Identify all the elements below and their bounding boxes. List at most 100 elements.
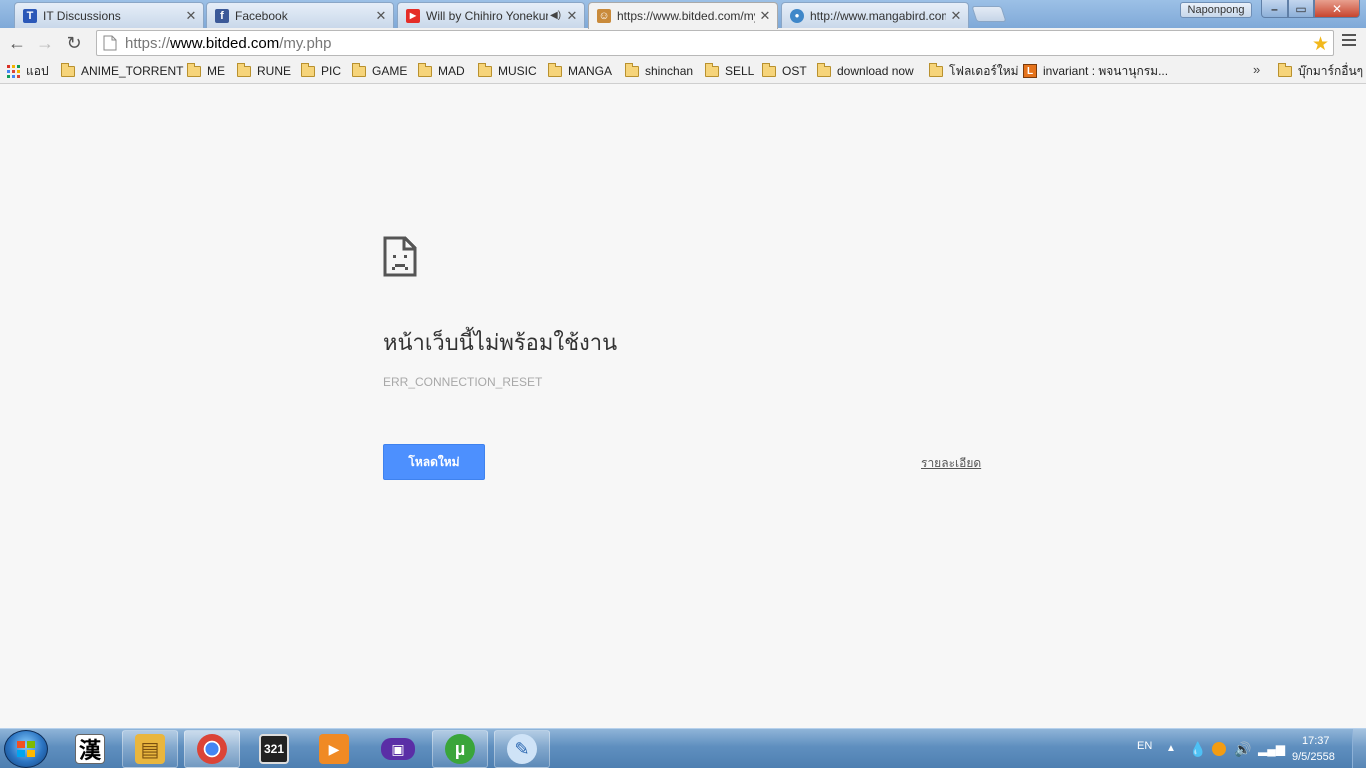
folder-icon (478, 62, 492, 77)
bookmark-star-icon[interactable]: ★ (1312, 33, 1329, 56)
it-discussions-favicon-icon: T (23, 8, 37, 23)
folder-icon (352, 62, 366, 77)
bookmarks-bar: แอป ANIME_TORRENT ME RUNE PIC GAME MAD M… (0, 58, 1366, 84)
reload-button[interactable]: โหลดใหม่ (383, 444, 485, 480)
apps-grid-icon (7, 64, 20, 78)
bookmark-folder-shinchan[interactable]: shinchan (625, 62, 693, 80)
clock-time[interactable]: 17:37 (1302, 735, 1330, 747)
close-tab-icon[interactable]: ✕ (759, 8, 771, 24)
paint-palette-icon: ✎ (507, 734, 537, 764)
tab-mangabird[interactable]: ● http://www.mangabird.com ✕ (781, 2, 969, 28)
start-button[interactable] (4, 730, 48, 768)
bookmark-folder-label: ME (207, 64, 225, 78)
show-hidden-icons-icon[interactable]: ▲ (1166, 743, 1176, 754)
other-bookmarks-label: บุ๊กมาร์กอื่นๆ (1298, 63, 1364, 78)
taskbar-gba-emulator[interactable]: ▣ (370, 730, 426, 768)
chrome-icon: ◉ (197, 734, 227, 764)
new-tab-button[interactable] (971, 6, 1007, 22)
taskbar-kanji-app[interactable]: 漢 (62, 730, 118, 768)
back-button[interactable]: ← (6, 32, 28, 54)
water-drop-icon[interactable]: 💧 (1189, 741, 1206, 758)
details-link[interactable]: รายละเอียด (921, 454, 981, 473)
url-host: www.bitded.com (170, 34, 280, 52)
error-heading: หน้าเว็บนี้ไม่พร้อมใช้งาน (383, 331, 618, 356)
gba-emulator-icon: ▣ (381, 738, 415, 760)
audio-playing-icon: ◀) (550, 10, 562, 21)
tab-youtube-will[interactable]: ▶ Will by Chihiro Yonekura ◀) ✕ (397, 2, 585, 28)
bookmark-folder-manga[interactable]: MANGA (548, 62, 612, 80)
clock-date[interactable]: 9/5/2558 (1292, 751, 1335, 763)
taskbar-video-player[interactable]: ▶ (306, 730, 362, 768)
bookmark-folder-music[interactable]: MUSIC (478, 62, 537, 80)
close-window-button[interactable]: ✕ (1314, 0, 1360, 18)
system-tray: EN ▲ 💧 🔊 ▂▄▆ 17:37 9/5/2558 (1128, 729, 1366, 768)
language-indicator[interactable]: EN (1137, 740, 1152, 752)
forward-button[interactable]: → (34, 32, 56, 54)
folder-icon (418, 62, 432, 77)
bookmark-folder-anime-torrent[interactable]: ANIME_TORRENT (61, 62, 183, 80)
bookmark-folder-label: โฟลเดอร์ใหม่ (949, 63, 1019, 78)
folder-icon (762, 62, 776, 77)
close-tab-icon[interactable]: ✕ (566, 8, 578, 24)
bookmark-folder-label: GAME (372, 64, 408, 78)
bookmark-folder-label: shinchan (645, 64, 694, 78)
browser-toolbar: ← → ↻ https://www.bitded.com/my.php ★ (0, 28, 1366, 58)
media-player-classic-icon: 321 (259, 734, 289, 764)
taskbar-paint[interactable]: ✎ (494, 730, 550, 768)
profile-button[interactable]: Naponpong (1180, 2, 1252, 18)
orange-app-icon[interactable] (1212, 742, 1226, 756)
folder-icon (929, 62, 943, 77)
other-bookmarks-folder[interactable]: บุ๊กมาร์กอื่นๆ (1278, 62, 1363, 80)
url-path: /my.php (279, 34, 332, 52)
tab-facebook[interactable]: f Facebook ✕ (206, 2, 394, 28)
tab-bitded[interactable]: ☺ https://www.bitded.com/my.php ✕ (588, 2, 778, 29)
title-bar: T IT Discussions ✕ f Facebook ✕ ▶ Will b… (0, 0, 1366, 29)
folder-icon (625, 62, 639, 77)
show-desktop-button[interactable] (1352, 729, 1366, 768)
reload-icon-button[interactable]: ↻ (63, 32, 85, 54)
taskbar-chrome[interactable]: ◉ (184, 730, 240, 768)
folder-icon (237, 62, 251, 77)
network-signal-icon[interactable]: ▂▄▆ (1258, 742, 1285, 756)
invariant-favicon-icon: L (1023, 64, 1037, 78)
bookmark-folder-rune[interactable]: RUNE (237, 62, 291, 80)
folder-icon (817, 62, 831, 77)
close-tab-icon[interactable]: ✕ (185, 8, 197, 24)
taskbar-media-player-classic[interactable]: 321 (246, 730, 302, 768)
folder-icon (301, 62, 315, 77)
close-tab-icon[interactable]: ✕ (950, 8, 962, 24)
apps-shortcut[interactable]: แอป (7, 62, 49, 80)
bookmark-folder-sell[interactable]: SELL (705, 62, 754, 80)
bookmark-folder-game[interactable]: GAME (352, 62, 407, 80)
taskbar-file-explorer[interactable]: ▤ (122, 730, 178, 768)
minimize-button[interactable]: – (1261, 0, 1288, 18)
bookmark-folder-label: ANIME_TORRENT (81, 64, 184, 78)
bookmark-folder-label: MANGA (568, 64, 613, 78)
bookmark-folder-label: OST (782, 64, 807, 78)
mangabird-favicon-icon: ● (790, 8, 804, 23)
chrome-menu-icon[interactable] (1342, 34, 1356, 48)
sad-document-icon (383, 236, 417, 277)
folder-icon (187, 62, 201, 77)
bookmark-folder-me[interactable]: ME (187, 62, 225, 80)
bookmark-folder-mad[interactable]: MAD (418, 62, 465, 80)
bookmark-folder-pic[interactable]: PIC (301, 62, 341, 80)
bookmark-invariant-dictionary[interactable]: Linvariant : พจนานุกรม... (1023, 62, 1168, 80)
address-bar[interactable]: https://www.bitded.com/my.php ★ (96, 30, 1334, 56)
volume-icon[interactable]: 🔊 (1234, 741, 1251, 758)
maximize-button[interactable]: ▭ (1288, 0, 1314, 18)
bookmark-folder-label: SELL (725, 64, 755, 78)
folder-icon (61, 62, 75, 77)
bitded-favicon-icon: ☺ (597, 9, 611, 23)
taskbar-utorrent[interactable]: µ (432, 730, 488, 768)
tab-title: Facebook (235, 8, 288, 23)
bookmark-folder-download-now[interactable]: download now (817, 62, 914, 80)
bookmark-folder-new-folder[interactable]: โฟลเดอร์ใหม่ (929, 62, 1019, 80)
bookmark-folder-ost[interactable]: OST (762, 62, 807, 80)
tab-title: IT Discussions (43, 8, 121, 23)
bookmark-folder-label: PIC (321, 64, 342, 78)
tab-it-discussions[interactable]: T IT Discussions ✕ (14, 2, 204, 28)
bookmark-folder-label: download now (837, 64, 914, 78)
bookmarks-overflow-chevron-icon[interactable]: » (1253, 62, 1260, 77)
close-tab-icon[interactable]: ✕ (375, 8, 387, 24)
